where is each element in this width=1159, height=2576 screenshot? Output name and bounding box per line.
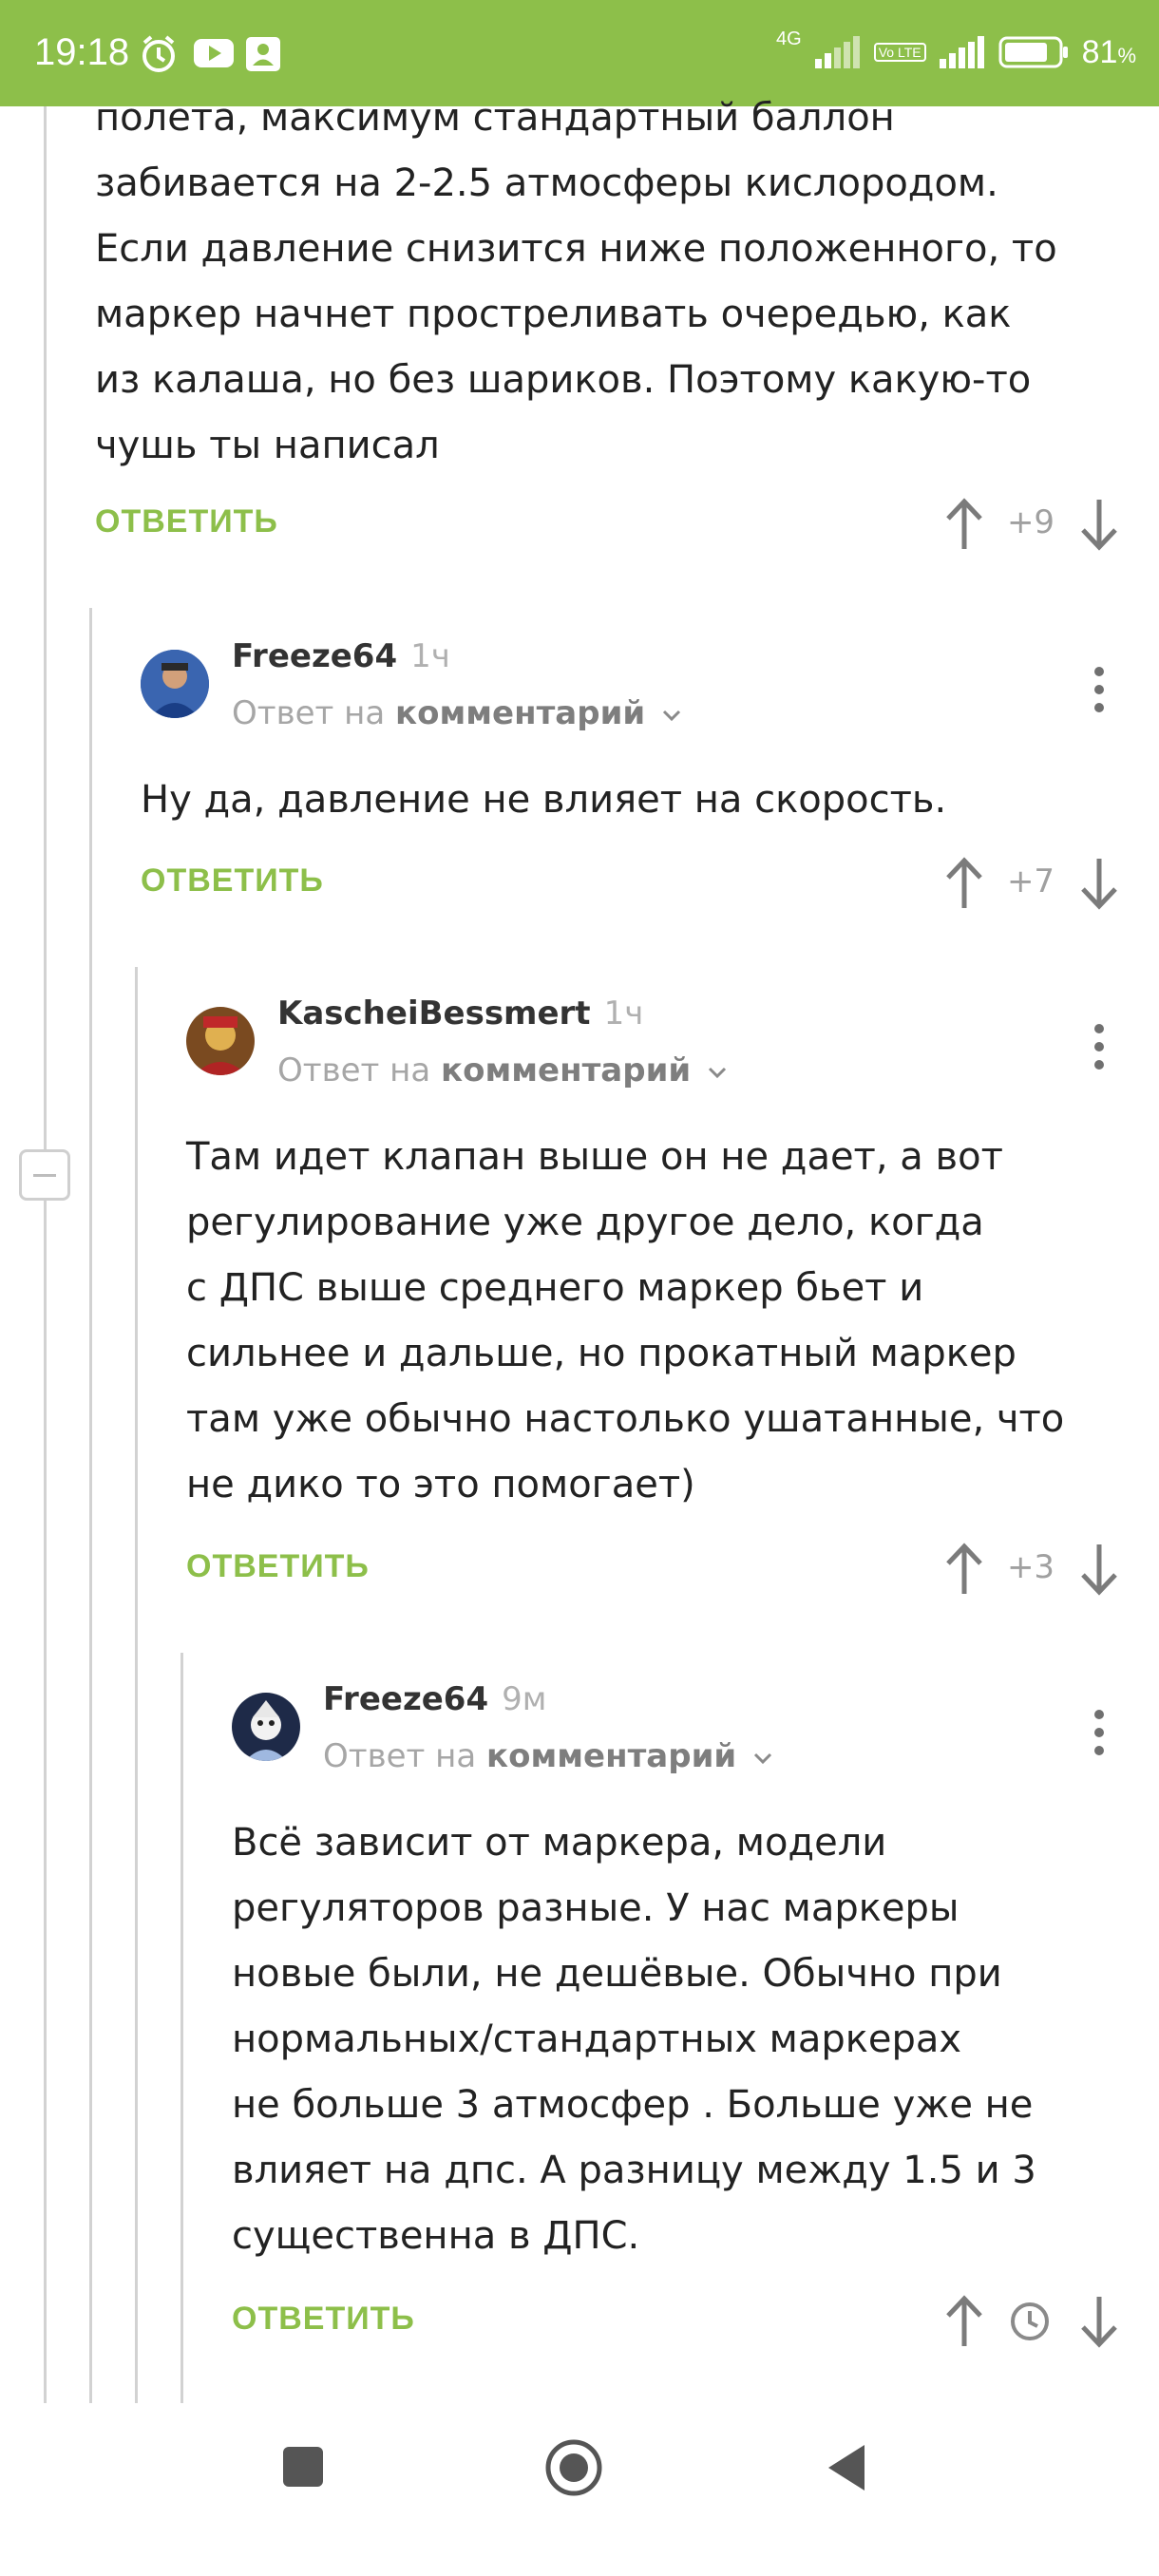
comment-rating: +7: [1006, 862, 1055, 900]
battery-icon: [998, 36, 1068, 68]
thread-line-level1: [44, 106, 47, 2403]
reply-button[interactable]: ОТВЕТИТЬ: [141, 862, 324, 900]
downvote-arrow-icon[interactable]: [1077, 496, 1121, 553]
author-name[interactable]: Freeze64 1ч: [232, 633, 450, 680]
contacts-icon: [246, 37, 280, 71]
home-circle-icon[interactable]: [543, 2437, 604, 2498]
reply-button[interactable]: ОТВЕТИТЬ: [95, 503, 278, 540]
comment-body: Там идет клапан выше он не дает, а вот р…: [186, 1135, 1065, 1506]
comment-time: 1ч: [410, 637, 450, 675]
author-name[interactable]: KascheiBessmert 1ч: [277, 990, 643, 1037]
recents-square-icon[interactable]: [279, 2443, 327, 2491]
collapse-thread-button[interactable]: [19, 1149, 70, 1201]
author-name[interactable]: Freeze64 9м: [323, 1676, 546, 1723]
comment-header: Freeze64 1ч Ответ на комментарий: [141, 633, 1104, 766]
more-options-icon[interactable]: [1079, 1018, 1117, 1075]
comment-rating: +9: [1006, 503, 1055, 541]
network-type: 4G: [776, 28, 802, 49]
comment-actions: ОТВЕТИТЬ: [232, 2293, 1121, 2350]
upvote-arrow-icon[interactable]: [942, 855, 986, 912]
avatar[interactable]: [186, 1007, 255, 1075]
comment-actions: ОТВЕТИТЬ +9: [95, 496, 1121, 553]
upvote-arrow-icon[interactable]: [942, 2293, 986, 2350]
upvote-arrow-icon[interactable]: [942, 1541, 986, 1598]
downvote-arrow-icon[interactable]: [1077, 2293, 1121, 2350]
youtube-icon: [194, 39, 234, 67]
comment-header: Freeze64 9м Ответ на комментарий: [232, 1676, 1159, 1809]
volte-badge: Vo LTE: [873, 43, 926, 62]
chevron-down-icon: [662, 710, 681, 722]
comment-time: 9м: [502, 1680, 547, 1718]
reply-button[interactable]: ОТВЕТИТЬ: [232, 2301, 415, 2338]
system-nav-bar: [0, 2403, 1159, 2576]
comment-body: Всё зависит от маркера, модели регулятор…: [232, 1821, 1036, 2258]
signal-icon: [939, 36, 984, 68]
upvote-arrow-icon[interactable]: [942, 496, 986, 553]
status-time: 19:18: [34, 31, 130, 73]
more-options-icon[interactable]: [1079, 661, 1117, 718]
signal-icon: [814, 36, 860, 68]
downvote-arrow-icon[interactable]: [1077, 855, 1121, 912]
clock-icon: [1011, 2302, 1049, 2340]
alarm-icon: [142, 35, 175, 72]
chevron-down-icon: [753, 1752, 772, 1765]
comment-actions: ОТВЕТИТЬ +3: [186, 1541, 1121, 1598]
more-options-icon[interactable]: [1079, 1704, 1117, 1761]
thread-line-level2: [89, 608, 92, 2403]
avatar[interactable]: [141, 650, 209, 718]
chevron-down-icon: [708, 1067, 727, 1079]
back-triangle-icon[interactable]: [823, 2441, 870, 2494]
battery-percent: 81%: [1081, 33, 1136, 70]
comment-body: Ну да, давление не влияет на скорость.: [141, 778, 947, 822]
avatar[interactable]: [232, 1693, 300, 1761]
reply-to-link[interactable]: Ответ на комментарий: [277, 1047, 728, 1094]
thread-line-level4: [180, 1653, 183, 2403]
comment-body: полета, максимум стандартный баллон заби…: [95, 96, 1057, 467]
reply-to-link[interactable]: Ответ на комментарий: [232, 690, 682, 737]
downvote-arrow-icon[interactable]: [1077, 1541, 1121, 1598]
comment-actions: ОТВЕТИТЬ +7: [141, 855, 1121, 912]
reply-to-link[interactable]: Ответ на комментарий: [323, 1733, 773, 1780]
comment-rating: +3: [1006, 1548, 1055, 1586]
comment-time: 1ч: [603, 994, 644, 1032]
reply-button[interactable]: ОТВЕТИТЬ: [186, 1548, 370, 1585]
thread-line-level3: [135, 967, 138, 2403]
comment-header: KascheiBessmert 1ч Ответ на комментарий: [186, 990, 1136, 1123]
